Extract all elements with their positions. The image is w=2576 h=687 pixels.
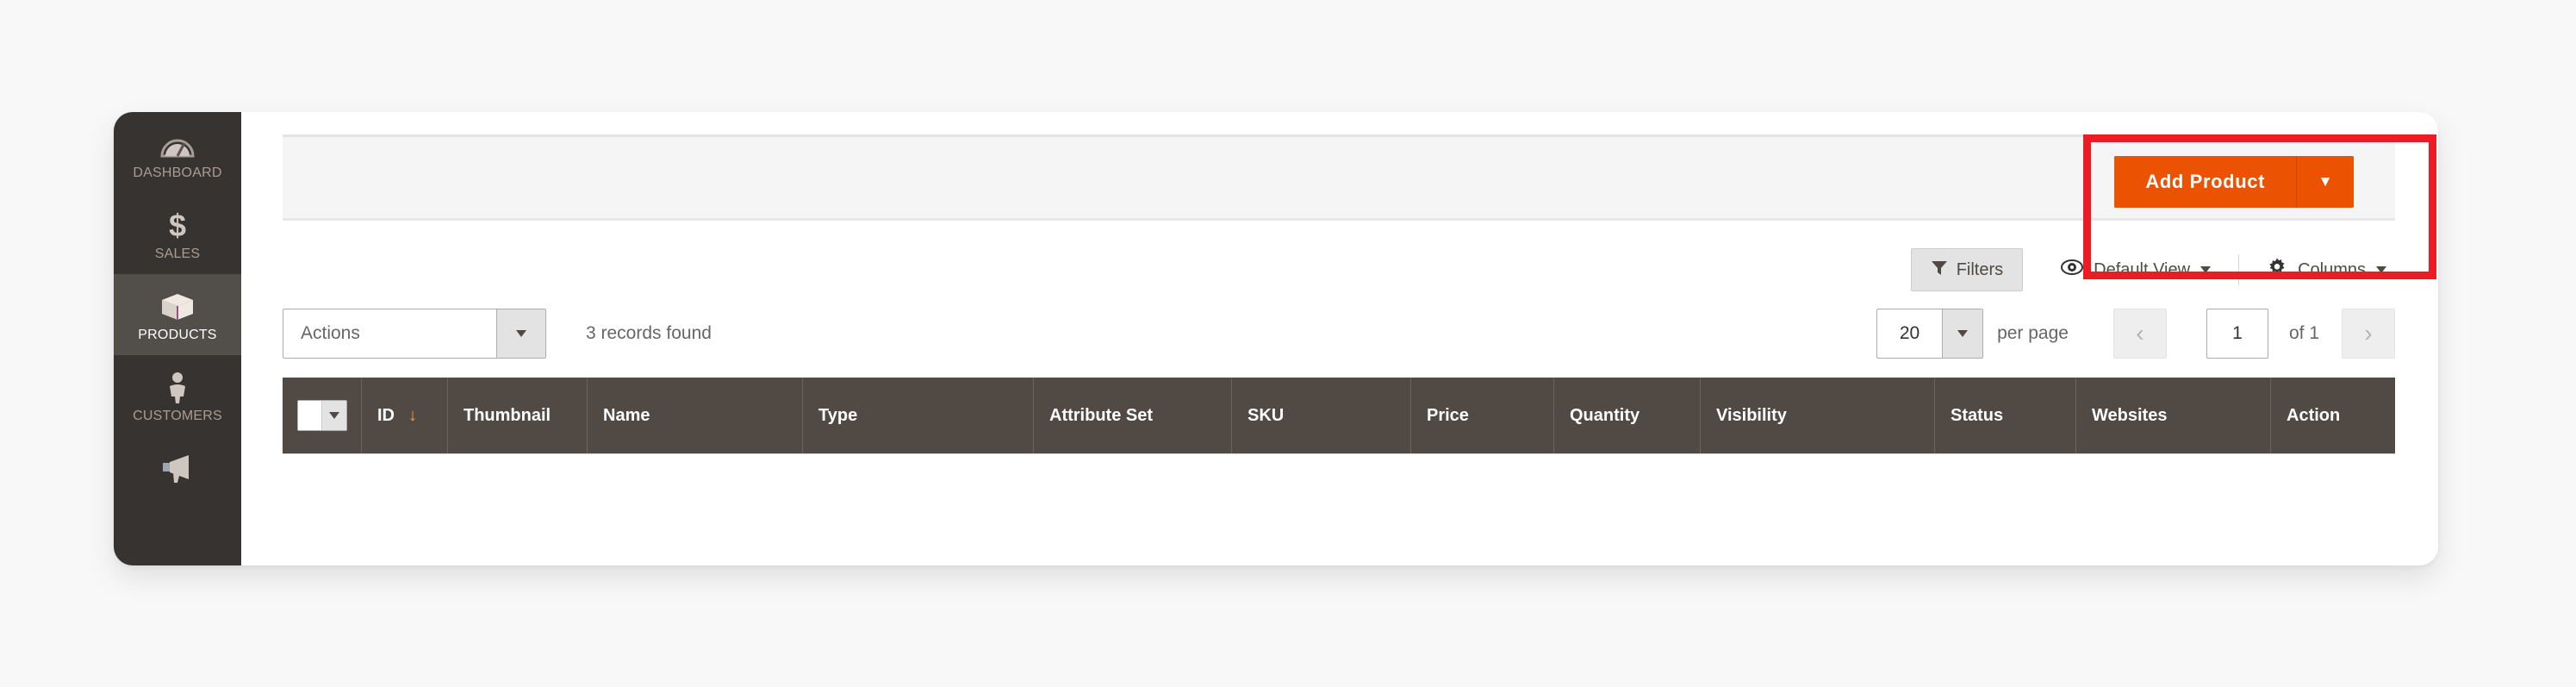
- filters-button[interactable]: Filters: [1910, 248, 2024, 291]
- add-product-button[interactable]: Add Product: [2114, 156, 2296, 208]
- sidebar-item-marketing[interactable]: [114, 436, 241, 486]
- box-package-icon: [114, 290, 241, 324]
- grid-column-label: Type: [818, 405, 858, 425]
- grid-column-header-websites[interactable]: Websites: [2076, 378, 2271, 453]
- admin-sidebar: DASHBOARD $ SALES PRODUCTS CUSTOMERS: [114, 112, 241, 565]
- grid-head-row: Actions 3 records found 20 per page ‹ 1 …: [283, 309, 2395, 362]
- caret-down-icon: ▼: [2318, 173, 2333, 190]
- grid-column-header-status[interactable]: Status: [1935, 378, 2076, 453]
- sidebar-item-label: PRODUCTS: [138, 328, 217, 342]
- chevron-right-icon: ›: [2364, 320, 2373, 347]
- sort-descending-icon: ↓: [408, 405, 417, 425]
- default-view-dropdown[interactable]: Default View: [2052, 259, 2219, 280]
- select-all-dropdown-arrow[interactable]: [320, 401, 346, 430]
- caret-down-icon: [328, 412, 339, 419]
- add-product-dropdown-toggle[interactable]: ▼: [2296, 156, 2354, 208]
- grid-toolbar: Filters Default View Columns: [283, 243, 2395, 297]
- grid-column-label: Visibility: [1716, 405, 1787, 425]
- grid-pager: 20 per page ‹ 1 of 1 ›: [1876, 309, 2395, 359]
- page-actions-bar: Add Product ▼: [283, 134, 2395, 221]
- chevron-left-icon: ‹: [2136, 320, 2144, 347]
- svg-text:$: $: [169, 209, 186, 243]
- grid-column-label: SKU: [1248, 405, 1285, 425]
- caret-down-icon: [516, 330, 526, 337]
- pager-next-button[interactable]: ›: [2342, 309, 2395, 359]
- grid-column-label: ID: [377, 405, 395, 425]
- toolbar-divider: [2238, 254, 2240, 285]
- grid-column-label: Websites: [2092, 405, 2168, 425]
- add-product-split-button[interactable]: Add Product ▼: [2114, 156, 2354, 208]
- pager-total-pages: of 1: [2288, 323, 2319, 343]
- per-page-value: 20: [1899, 323, 1920, 343]
- grid-toolbar-controls: Filters Default View Columns: [1910, 243, 2395, 297]
- mass-actions-label: Actions: [301, 323, 360, 343]
- grid-column-header-type[interactable]: Type: [803, 378, 1034, 453]
- grid-column-header-quantity[interactable]: Quantity: [1554, 378, 1701, 453]
- dollar-sign-icon: $: [114, 208, 241, 243]
- per-page-label: per page: [1997, 323, 2069, 343]
- grid-column-label: Thumbnail: [464, 405, 551, 425]
- grid-body-edge: [283, 453, 2395, 460]
- per-page-select[interactable]: 20: [1876, 309, 1984, 359]
- grid-column-header-thumbnail[interactable]: Thumbnail: [448, 378, 588, 453]
- grid-column-header-name[interactable]: Name: [588, 378, 803, 453]
- grid-column-label: Name: [603, 405, 650, 425]
- records-found-text: 3 records found: [586, 323, 712, 343]
- select-all-checkbox[interactable]: [297, 401, 321, 430]
- grid-column-header-id[interactable]: ID ↓: [362, 378, 448, 453]
- default-view-label: Default View: [2094, 259, 2191, 279]
- eye-icon: [2061, 259, 2084, 280]
- columns-label: Columns: [2298, 259, 2366, 279]
- sidebar-item-label: CUSTOMERS: [133, 409, 222, 423]
- megaphone-icon: [114, 452, 241, 486]
- funnel-icon: [1931, 259, 1948, 281]
- admin-panel-card: DASHBOARD $ SALES PRODUCTS CUSTOMERS Add…: [114, 112, 2438, 565]
- grid-column-header-visibility[interactable]: Visibility: [1701, 378, 1935, 453]
- sidebar-item-dashboard[interactable]: DASHBOARD: [114, 112, 241, 193]
- chevron-down-icon: [2200, 266, 2212, 273]
- sidebar-item-sales[interactable]: $ SALES: [114, 193, 241, 274]
- grid-column-header-sku[interactable]: SKU: [1232, 378, 1411, 453]
- grid-column-label: Quantity: [1570, 405, 1640, 425]
- mass-actions-select[interactable]: Actions: [283, 309, 546, 359]
- per-page-arrow[interactable]: [1942, 309, 1983, 358]
- grid-header-select-all[interactable]: [283, 378, 362, 453]
- filters-label: Filters: [1956, 259, 2004, 279]
- grid-column-label: Action: [2287, 405, 2341, 425]
- grid-column-header-action[interactable]: Action: [2271, 378, 2395, 453]
- select-all-checkbox-dropdown[interactable]: [296, 400, 347, 431]
- sidebar-item-customers[interactable]: CUSTOMERS: [114, 355, 241, 436]
- sidebar-item-products[interactable]: PRODUCTS: [114, 274, 241, 355]
- columns-dropdown[interactable]: Columns: [2258, 257, 2395, 283]
- sidebar-item-label: DASHBOARD: [133, 166, 222, 180]
- chevron-down-icon: [2376, 266, 2386, 273]
- person-icon: [114, 371, 241, 405]
- grid-header-row: ID ↓ Thumbnail Name Type Attribute Set SKU Pric…: [283, 378, 2395, 453]
- grid-column-label: Status: [1951, 405, 2004, 425]
- caret-down-icon: [1957, 330, 1969, 337]
- pager-current-page-input[interactable]: 1: [2206, 309, 2268, 359]
- grid-column-label: Price: [1427, 405, 1469, 425]
- gear-icon: [2267, 257, 2287, 283]
- sidebar-item-label: SALES: [154, 247, 201, 261]
- dashboard-gauge-icon: [114, 128, 241, 162]
- admin-content: Add Product ▼ Filters Default View Colum…: [241, 112, 2438, 565]
- pager-previous-button[interactable]: ‹: [2112, 309, 2167, 359]
- page-root: DASHBOARD $ SALES PRODUCTS CUSTOMERS Add…: [0, 0, 2576, 687]
- products-grid: ID ↓ Thumbnail Name Type Attribute Set SKU Pric…: [283, 378, 2395, 460]
- grid-column-header-attribute-set[interactable]: Attribute Set: [1034, 378, 1232, 453]
- grid-column-header-price[interactable]: Price: [1411, 378, 1554, 453]
- grid-column-label: Attribute Set: [1049, 405, 1153, 425]
- mass-actions-arrow[interactable]: [496, 309, 545, 358]
